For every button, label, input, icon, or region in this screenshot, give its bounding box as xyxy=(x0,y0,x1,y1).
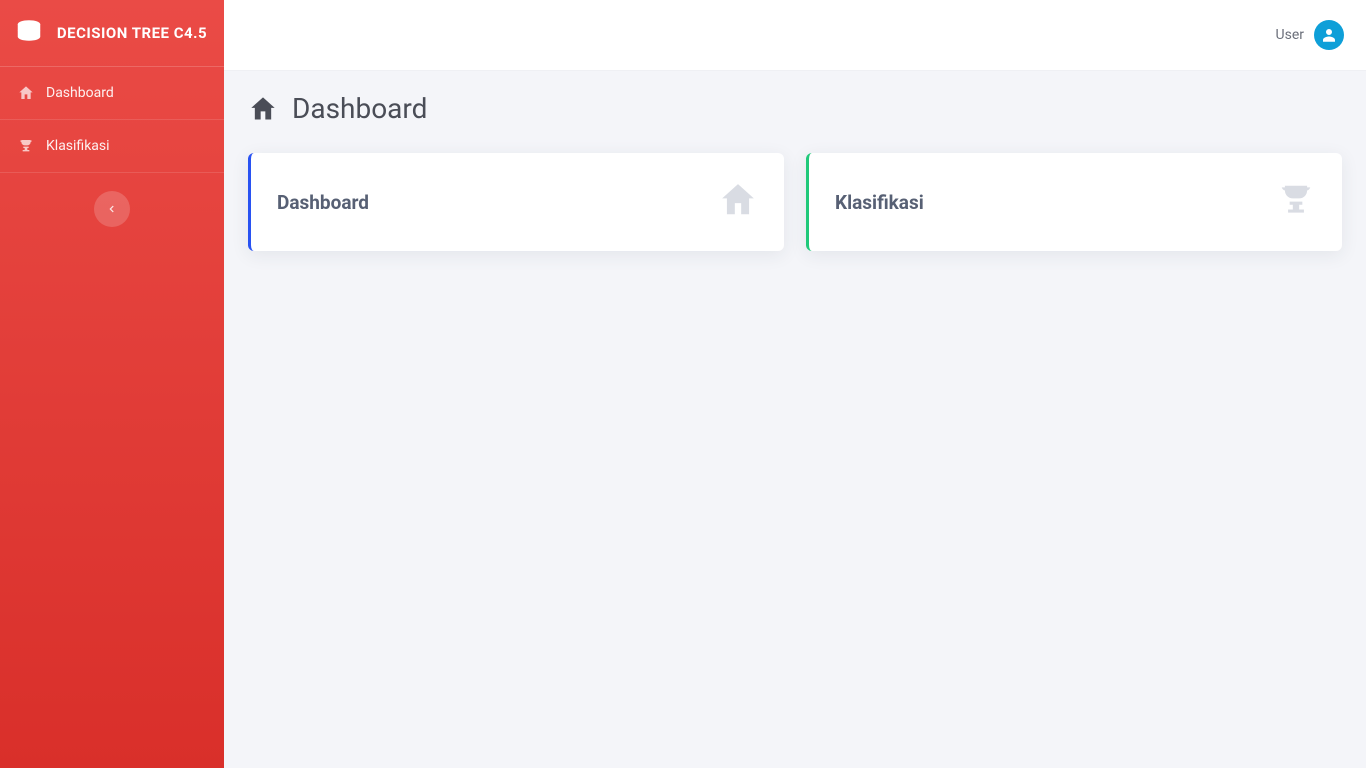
trophy-icon xyxy=(1276,181,1316,223)
home-icon xyxy=(718,181,758,223)
topbar: User xyxy=(224,0,1366,70)
brand-title: DECISION TREE C4.5 xyxy=(54,23,210,43)
user-menu[interactable]: User xyxy=(1276,20,1344,50)
database-icon xyxy=(14,18,44,48)
main: User Dashboard Dashboard Klasifikasi xyxy=(224,0,1366,768)
chevron-left-icon xyxy=(107,202,117,216)
sidebar-item-label: Klasifikasi xyxy=(46,138,110,154)
cards-row: Dashboard Klasifikasi xyxy=(248,153,1342,251)
user-icon xyxy=(1320,26,1338,44)
collapse-button[interactable] xyxy=(94,191,130,227)
avatar xyxy=(1314,20,1344,50)
sidebar: DECISION TREE C4.5 Dashboard Klasifikasi xyxy=(0,0,224,768)
trophy-icon xyxy=(18,138,34,154)
card-title: Klasifikasi xyxy=(835,191,924,214)
content: Dashboard Dashboard Klasifikasi xyxy=(224,70,1366,768)
sidebar-item-label: Dashboard xyxy=(46,85,114,101)
sidebar-item-dashboard[interactable]: Dashboard xyxy=(0,67,224,120)
card-title: Dashboard xyxy=(277,191,369,214)
page-heading: Dashboard xyxy=(248,92,1342,125)
brand[interactable]: DECISION TREE C4.5 xyxy=(0,0,224,67)
card-klasifikasi[interactable]: Klasifikasi xyxy=(806,153,1342,251)
collapse-wrap xyxy=(0,173,224,245)
card-dashboard[interactable]: Dashboard xyxy=(248,153,784,251)
page-title: Dashboard xyxy=(292,92,427,125)
home-icon xyxy=(18,85,34,101)
home-icon xyxy=(248,95,278,123)
sidebar-item-klasifikasi[interactable]: Klasifikasi xyxy=(0,120,224,173)
user-label: User xyxy=(1276,27,1304,43)
